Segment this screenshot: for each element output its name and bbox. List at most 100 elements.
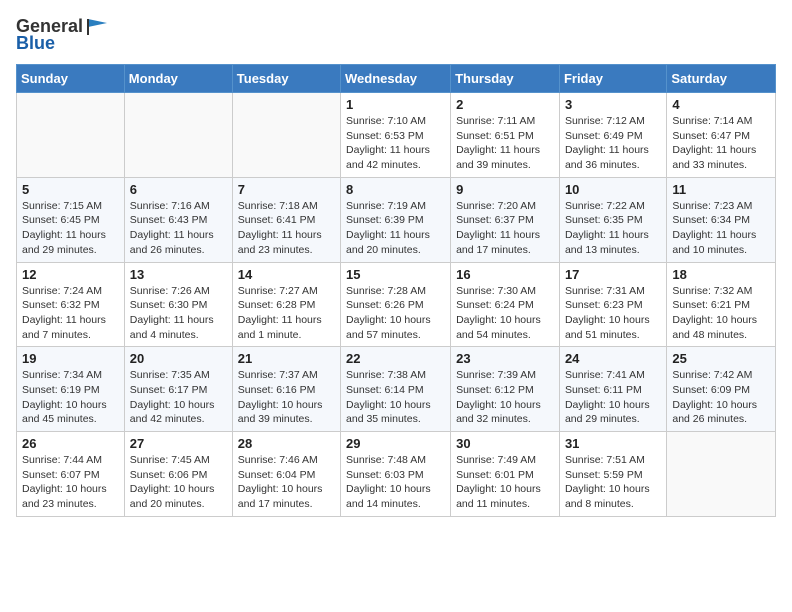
- day-info: Sunrise: 7:23 AM Sunset: 6:34 PM Dayligh…: [672, 199, 770, 258]
- calendar-week-row: 19 Sunrise: 7:34 AM Sunset: 6:19 PM Dayli…: [17, 347, 776, 432]
- day-number: 9: [456, 182, 554, 197]
- calendar-cell: 14Sunrise: 7:27 AM Sunset: 6:28 PM Dayli…: [232, 262, 340, 347]
- calendar-table: SundayMondayTuesdayWednesdayThursdayFrid…: [16, 64, 776, 517]
- weekday-header-sunday: Sunday: [17, 65, 125, 93]
- day-number: 23: [456, 351, 554, 366]
- day-info: Sunrise: 7:19 AM Sunset: 6:39 PM Dayligh…: [346, 199, 445, 258]
- calendar-cell: 2 Sunrise: 7:11 AM Sunset: 6:51 PM Daylig…: [451, 93, 560, 178]
- calendar-cell: 16 Sunrise: 7:30 AM Sunset: 6:24 PM Dayli…: [451, 262, 560, 347]
- day-info: Sunrise: 7:11 AM Sunset: 6:51 PM Dayligh…: [456, 114, 554, 173]
- day-number: 21: [238, 351, 335, 366]
- calendar-cell: 1 Sunrise: 7:10 AM Sunset: 6:53 PM Daylig…: [341, 93, 451, 178]
- weekday-header-thursday: Thursday: [451, 65, 560, 93]
- calendar-cell: 12 Sunrise: 7:24 AM Sunset: 6:32 PM Dayli…: [17, 262, 125, 347]
- day-info: Sunrise: 7:10 AM Sunset: 6:53 PM Dayligh…: [346, 114, 445, 173]
- day-info: Sunrise: 7:42 AM Sunset: 6:09 PM Dayligh…: [672, 368, 770, 427]
- calendar-cell: 28 Sunrise: 7:46 AM Sunset: 6:04 PM Dayli…: [232, 432, 340, 517]
- calendar-cell: 10 Sunrise: 7:22 AM Sunset: 6:35 PM Dayli…: [559, 177, 666, 262]
- day-number: 13: [130, 267, 227, 282]
- calendar-cell: 26 Sunrise: 7:44 AM Sunset: 6:07 PM Dayli…: [17, 432, 125, 517]
- day-number: 6: [130, 182, 227, 197]
- day-info: Sunrise: 7:28 AM Sunset: 6:26 PM Dayligh…: [346, 284, 445, 343]
- calendar-cell: 25 Sunrise: 7:42 AM Sunset: 6:09 PM Dayli…: [667, 347, 776, 432]
- day-number: 7: [238, 182, 335, 197]
- calendar-cell: 30Sunrise: 7:49 AM Sunset: 6:01 PM Dayli…: [451, 432, 560, 517]
- day-number: 8: [346, 182, 445, 197]
- calendar-cell: 7 Sunrise: 7:18 AM Sunset: 6:41 PM Daylig…: [232, 177, 340, 262]
- day-number: 1: [346, 97, 445, 112]
- logo-flag-icon: [85, 17, 107, 35]
- day-number: 25: [672, 351, 770, 366]
- day-number: 14: [238, 267, 335, 282]
- day-info: Sunrise: 7:37 AM Sunset: 6:16 PM Dayligh…: [238, 368, 335, 427]
- day-info: Sunrise: 7:30 AM Sunset: 6:24 PM Dayligh…: [456, 284, 554, 343]
- day-number: 24: [565, 351, 661, 366]
- day-info: Sunrise: 7:26 AM Sunset: 6:30 PM Dayligh…: [130, 284, 227, 343]
- day-number: 19: [22, 351, 119, 366]
- day-info: Sunrise: 7:44 AM Sunset: 6:07 PM Dayligh…: [22, 453, 119, 512]
- calendar-cell: 24Sunrise: 7:41 AM Sunset: 6:11 PM Dayli…: [559, 347, 666, 432]
- calendar-week-row: 5 Sunrise: 7:15 AM Sunset: 6:45 PM Daylig…: [17, 177, 776, 262]
- day-info: Sunrise: 7:46 AM Sunset: 6:04 PM Dayligh…: [238, 453, 335, 512]
- day-number: 20: [130, 351, 227, 366]
- day-number: 29: [346, 436, 445, 451]
- day-info: Sunrise: 7:48 AM Sunset: 6:03 PM Dayligh…: [346, 453, 445, 512]
- calendar-cell: 5 Sunrise: 7:15 AM Sunset: 6:45 PM Daylig…: [17, 177, 125, 262]
- day-info: Sunrise: 7:16 AM Sunset: 6:43 PM Dayligh…: [130, 199, 227, 258]
- day-number: 3: [565, 97, 661, 112]
- day-info: Sunrise: 7:22 AM Sunset: 6:35 PM Dayligh…: [565, 199, 661, 258]
- day-number: 4: [672, 97, 770, 112]
- calendar-cell: 20 Sunrise: 7:35 AM Sunset: 6:17 PM Dayli…: [124, 347, 232, 432]
- weekday-header-tuesday: Tuesday: [232, 65, 340, 93]
- calendar-cell: 9Sunrise: 7:20 AM Sunset: 6:37 PM Daylig…: [451, 177, 560, 262]
- calendar-cell: 19 Sunrise: 7:34 AM Sunset: 6:19 PM Dayli…: [17, 347, 125, 432]
- day-info: Sunrise: 7:35 AM Sunset: 6:17 PM Dayligh…: [130, 368, 227, 427]
- calendar-cell: [124, 93, 232, 178]
- weekday-header-saturday: Saturday: [667, 65, 776, 93]
- day-info: Sunrise: 7:24 AM Sunset: 6:32 PM Dayligh…: [22, 284, 119, 343]
- calendar-cell: 27Sunrise: 7:45 AM Sunset: 6:06 PM Dayli…: [124, 432, 232, 517]
- calendar-week-row: 1 Sunrise: 7:10 AM Sunset: 6:53 PM Daylig…: [17, 93, 776, 178]
- day-number: 31: [565, 436, 661, 451]
- day-info: Sunrise: 7:51 AM Sunset: 5:59 PM Dayligh…: [565, 453, 661, 512]
- calendar-cell: [17, 93, 125, 178]
- calendar-cell: 3 Sunrise: 7:12 AM Sunset: 6:49 PM Daylig…: [559, 93, 666, 178]
- day-number: 28: [238, 436, 335, 451]
- day-number: 5: [22, 182, 119, 197]
- day-info: Sunrise: 7:18 AM Sunset: 6:41 PM Dayligh…: [238, 199, 335, 258]
- weekday-header-row: SundayMondayTuesdayWednesdayThursdayFrid…: [17, 65, 776, 93]
- calendar-cell: 11Sunrise: 7:23 AM Sunset: 6:34 PM Dayli…: [667, 177, 776, 262]
- logo: General Blue: [16, 16, 107, 54]
- day-info: Sunrise: 7:15 AM Sunset: 6:45 PM Dayligh…: [22, 199, 119, 258]
- day-number: 18: [672, 267, 770, 282]
- day-info: Sunrise: 7:14 AM Sunset: 6:47 PM Dayligh…: [672, 114, 770, 173]
- calendar-cell: 29 Sunrise: 7:48 AM Sunset: 6:03 PM Dayli…: [341, 432, 451, 517]
- day-info: Sunrise: 7:32 AM Sunset: 6:21 PM Dayligh…: [672, 284, 770, 343]
- calendar-cell: 17 Sunrise: 7:31 AM Sunset: 6:23 PM Dayli…: [559, 262, 666, 347]
- weekday-header-monday: Monday: [124, 65, 232, 93]
- day-number: 10: [565, 182, 661, 197]
- day-number: 2: [456, 97, 554, 112]
- calendar-cell: 4 Sunrise: 7:14 AM Sunset: 6:47 PM Daylig…: [667, 93, 776, 178]
- calendar-cell: [232, 93, 340, 178]
- calendar-cell: 21 Sunrise: 7:37 AM Sunset: 6:16 PM Dayli…: [232, 347, 340, 432]
- day-info: Sunrise: 7:31 AM Sunset: 6:23 PM Dayligh…: [565, 284, 661, 343]
- day-info: Sunrise: 7:39 AM Sunset: 6:12 PM Dayligh…: [456, 368, 554, 427]
- day-number: 16: [456, 267, 554, 282]
- day-number: 26: [22, 436, 119, 451]
- day-info: Sunrise: 7:38 AM Sunset: 6:14 PM Dayligh…: [346, 368, 445, 427]
- day-info: Sunrise: 7:45 AM Sunset: 6:06 PM Dayligh…: [130, 453, 227, 512]
- day-number: 22: [346, 351, 445, 366]
- calendar-cell: 13 Sunrise: 7:26 AM Sunset: 6:30 PM Dayli…: [124, 262, 232, 347]
- day-number: 15: [346, 267, 445, 282]
- day-number: 17: [565, 267, 661, 282]
- day-info: Sunrise: 7:12 AM Sunset: 6:49 PM Dayligh…: [565, 114, 661, 173]
- calendar-cell: 8 Sunrise: 7:19 AM Sunset: 6:39 PM Daylig…: [341, 177, 451, 262]
- calendar-cell: 6 Sunrise: 7:16 AM Sunset: 6:43 PM Daylig…: [124, 177, 232, 262]
- calendar-cell: 15 Sunrise: 7:28 AM Sunset: 6:26 PM Dayli…: [341, 262, 451, 347]
- weekday-header-friday: Friday: [559, 65, 666, 93]
- day-info: Sunrise: 7:34 AM Sunset: 6:19 PM Dayligh…: [22, 368, 119, 427]
- header-section: General Blue: [16, 16, 776, 54]
- day-number: 12: [22, 267, 119, 282]
- day-number: 30: [456, 436, 554, 451]
